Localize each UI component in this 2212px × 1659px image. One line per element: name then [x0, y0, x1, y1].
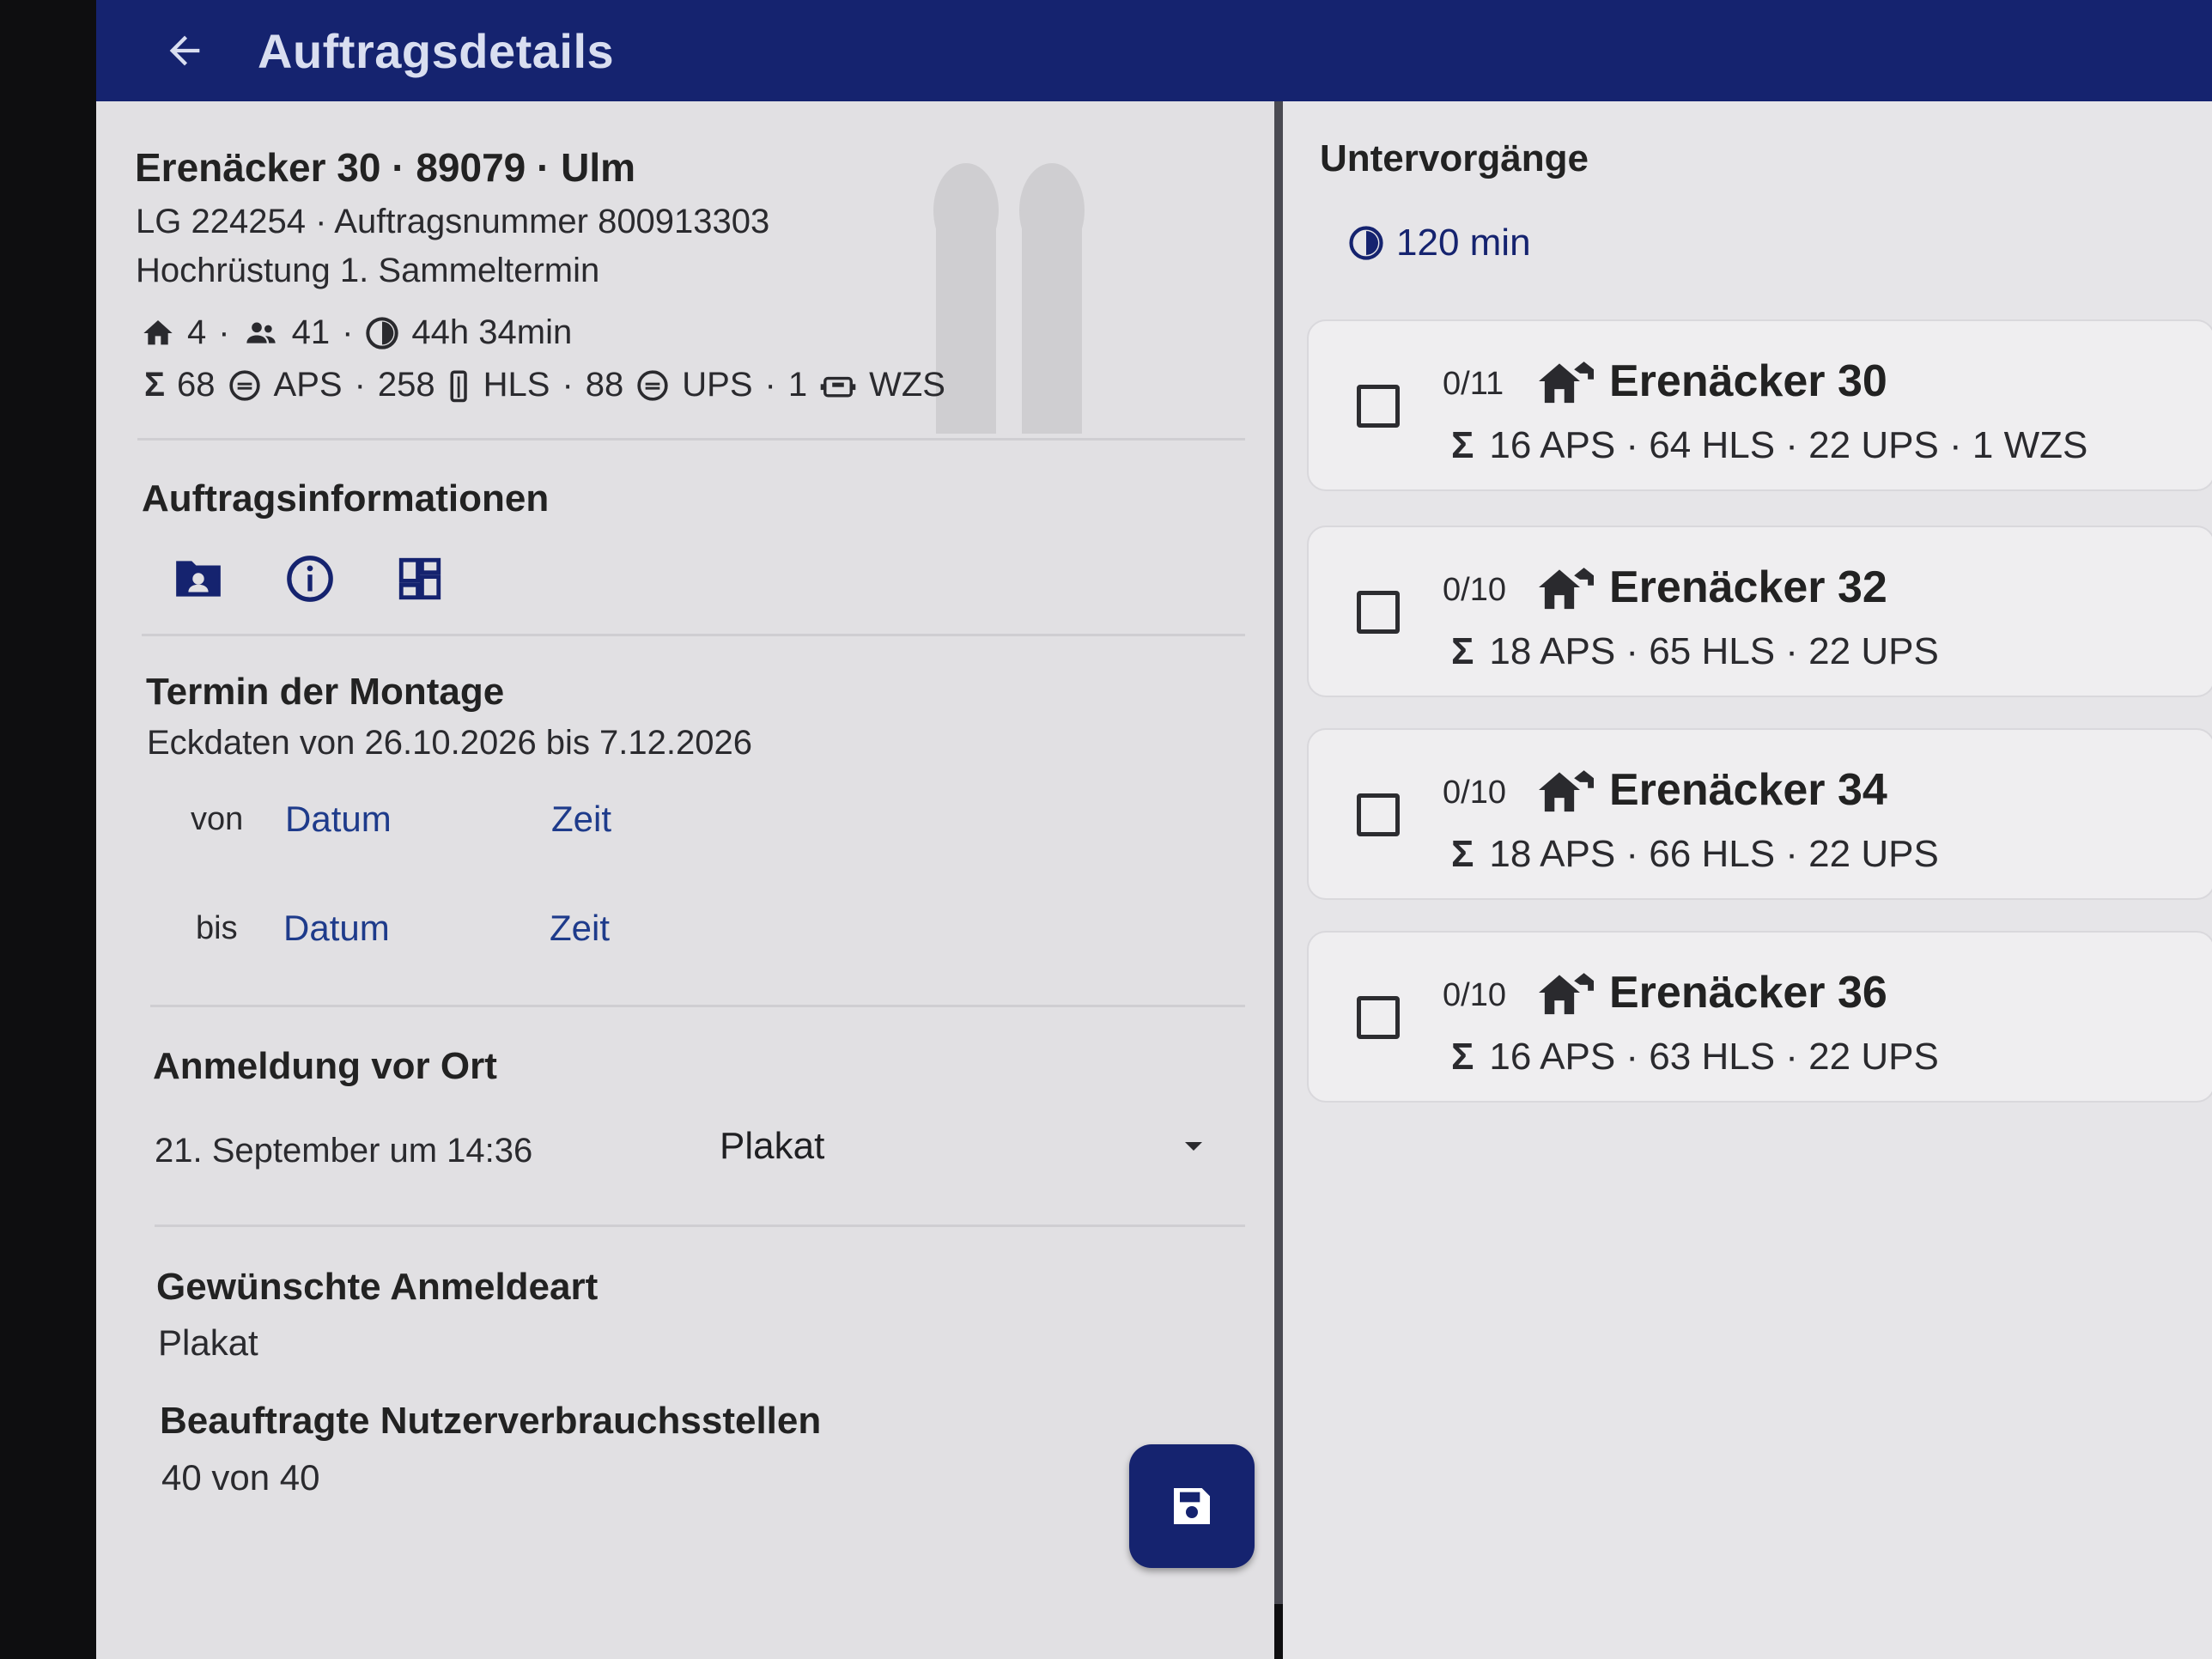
houses-count: 4 — [187, 313, 207, 351]
home-icon — [143, 319, 173, 344]
subprocess-progress: 0/11 — [1443, 366, 1504, 402]
beauftragt-value: 40 von 40 — [161, 1457, 320, 1498]
subprocess-summary-text: 18 APS · 65 HLS · 22 UPS — [1489, 630, 1939, 672]
to-label: bis — [196, 909, 238, 946]
dropdown-arrow-icon — [1185, 1142, 1202, 1151]
sum-icon: Σ — [1451, 630, 1474, 672]
divider — [155, 1224, 1245, 1227]
subprocess-checkbox[interactable] — [1357, 385, 1400, 428]
meter-icon — [228, 369, 260, 401]
page-title: Auftragsdetails — [258, 23, 615, 78]
termin-eckdaten: Eckdaten von 26.10.2026 bis 7.12.2026 — [147, 724, 752, 762]
auftragsinfo-actions — [172, 554, 445, 604]
subprocess-card[interactable]: 0/11 Erenäcker 30 Σ 16 APS · 64 HLS · 22 … — [1307, 319, 2212, 491]
termin-to-row: bis Datum Zeit — [196, 908, 610, 949]
subprocess-summary: Σ 16 APS · 64 HLS · 22 UPS · 1 WZS — [1451, 424, 2087, 467]
divider — [150, 1005, 1245, 1007]
app-bar: Auftragsdetails — [96, 0, 2212, 101]
sum-icon: Σ — [144, 366, 166, 404]
sum-icon: Σ — [1451, 424, 1474, 466]
arrow-left-icon — [169, 35, 200, 66]
wzs-count: 1 — [787, 366, 808, 404]
ups-count: 88 — [585, 366, 624, 404]
subprocess-summary: Σ 18 APS · 65 HLS · 22 UPS — [1451, 630, 1939, 673]
auftragsinfo-heading: Auftragsinformationen — [142, 477, 550, 520]
persons-count: 41 — [291, 313, 331, 351]
subprocess-card[interactable]: 0/10 Erenäcker 34 Σ 18 APS · 66 HLS · 22 … — [1307, 728, 2212, 900]
aps-label: APS — [273, 366, 343, 404]
from-date-button[interactable]: Datum — [285, 799, 551, 840]
subprocess-checkbox[interactable] — [1357, 793, 1400, 836]
gewuenscht-value: Plakat — [158, 1322, 258, 1363]
untervorgaenge-heading: Untervorgänge — [1320, 137, 1589, 179]
anmeldung-heading: Anmeldung vor Ort — [153, 1045, 497, 1087]
subprocess-name: Erenäcker 30 — [1609, 356, 1887, 406]
people-icon — [246, 322, 276, 343]
to-date-button[interactable]: Datum — [283, 908, 550, 949]
divider — [137, 438, 1245, 441]
houses-icon — [1539, 362, 1594, 404]
from-label: von — [191, 800, 244, 837]
beauftragt-heading: Beauftragte Nutzerverbrauchsstellen — [160, 1400, 822, 1442]
anmeldung-selected-value: Plakat — [720, 1125, 825, 1167]
anmeldung-date: 21. September um 14:36 — [155, 1132, 533, 1170]
subprocess-card[interactable]: 0/10 Erenäcker 32 Σ 18 APS · 65 HLS · 22 … — [1307, 526, 2212, 697]
anmeldung-select[interactable]: Plakat — [720, 1125, 1211, 1168]
subprocess-name: Erenäcker 32 — [1609, 562, 1887, 612]
houses-icon — [1539, 973, 1594, 1015]
info-icon[interactable] — [285, 554, 335, 604]
save-icon — [1174, 1488, 1210, 1524]
order-address: Erenäcker 30 · 89079 · Ulm — [135, 145, 636, 190]
hls-label: HLS — [483, 366, 550, 404]
subprocess-checkbox[interactable] — [1357, 996, 1400, 1039]
radiator-icon — [450, 370, 467, 402]
subprocess-summary-text: 16 APS · 64 HLS · 22 UPS · 1 WZS — [1489, 424, 2088, 466]
to-time-button[interactable]: Zeit — [550, 908, 610, 949]
wzs-label: WZS — [869, 366, 945, 404]
subprocess-progress: 0/10 — [1443, 775, 1506, 811]
subprocess-name: Erenäcker 36 — [1609, 968, 1887, 1018]
water-meter-icon — [820, 376, 856, 398]
meter-icon-2 — [637, 369, 668, 401]
order-stats-row-1: 4 · 41 · 44h 34min — [141, 313, 572, 352]
aps-count: 68 — [177, 366, 216, 404]
order-stats-row-2: Σ 68 APS · 258 HLS · 88 UPS · 1 WZS — [144, 366, 945, 404]
landmark-watermark — [933, 163, 1085, 434]
subprocess-progress: 0/10 — [1443, 572, 1506, 608]
dashboard-icon[interactable] — [395, 554, 445, 604]
ups-label: UPS — [682, 366, 753, 404]
panel-divider — [1274, 101, 1283, 1604]
subprocess-name: Erenäcker 34 — [1609, 765, 1887, 815]
subprocess-summary-text: 18 APS · 66 HLS · 22 UPS — [1489, 833, 1939, 875]
duration-total: 44h 34min — [411, 313, 573, 351]
houses-icon — [1539, 568, 1594, 610]
sum-icon: Σ — [1451, 1036, 1474, 1078]
termin-heading: Termin der Montage — [146, 671, 505, 713]
subprocess-summary-text: 16 APS · 63 HLS · 22 UPS — [1489, 1036, 1939, 1078]
contact-folder-icon[interactable] — [172, 556, 225, 602]
timer-icon — [366, 316, 399, 349]
save-button[interactable] — [1129, 1444, 1255, 1568]
untervorgaenge-duration: 120 min — [1396, 222, 1531, 264]
subprocess-summary: Σ 18 APS · 66 HLS · 22 UPS — [1451, 833, 1939, 876]
subprocess-progress: 0/10 — [1443, 977, 1506, 1013]
subprocess-checkbox[interactable] — [1357, 591, 1400, 634]
hls-count: 258 — [377, 366, 435, 404]
job-type: Hochrüstung 1. Sammeltermin — [136, 252, 600, 289]
gewuenscht-heading: Gewünschte Anmeldeart — [156, 1266, 599, 1308]
untervorgaenge-duration-row: 120 min — [1348, 222, 1531, 264]
timer-icon — [1349, 226, 1383, 260]
houses-icon — [1539, 770, 1594, 812]
subprocess-card[interactable]: 0/10 Erenäcker 36 Σ 16 APS · 63 HLS · 22 … — [1307, 931, 2212, 1103]
termin-from-row: von Datum Zeit — [191, 799, 611, 840]
subprocess-summary: Σ 16 APS · 63 HLS · 22 UPS — [1451, 1036, 1939, 1079]
sum-icon: Σ — [1451, 833, 1474, 875]
divider — [142, 634, 1245, 636]
back-button[interactable] — [155, 21, 215, 81]
order-number-line: LG 224254 · Auftragsnummer 800913303 — [136, 203, 770, 240]
from-time-button[interactable]: Zeit — [551, 799, 611, 840]
